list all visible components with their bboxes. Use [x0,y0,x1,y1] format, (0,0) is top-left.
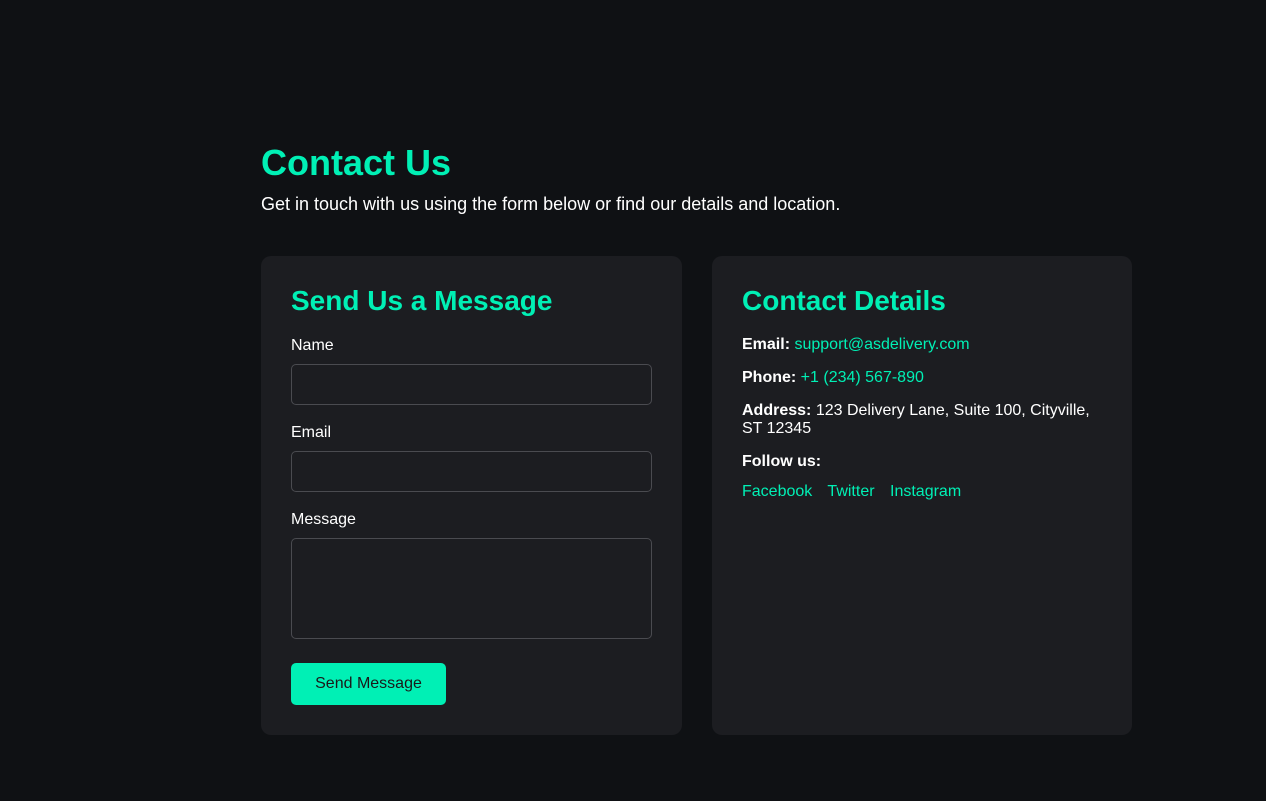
phone-detail: Phone: +1 (234) 567-890 [742,369,1102,387]
page-title: Contact Us [261,142,452,183]
cards-row: Send Us a Message Name Email Message Sen… [261,256,1132,735]
email-detail-label: Email: [742,336,791,353]
email-input[interactable] [291,451,652,492]
send-message-button[interactable]: Send Message [291,663,446,705]
contact-page: Contact Us Get in touch with us using th… [261,140,1132,735]
details-title: Contact Details [742,285,946,316]
follow-us-text: Follow us: [742,453,822,470]
twitter-link[interactable]: Twitter [827,483,874,500]
address-detail-label: Address: [742,402,812,419]
message-label: Message [291,511,356,528]
follow-us-label: Follow us: [742,453,1102,471]
contact-details-card: Contact Details Email: support@asdeliver… [712,256,1132,735]
form-title: Send Us a Message [291,285,553,316]
email-label: Email [291,424,332,441]
email-detail: Email: support@asdelivery.com [742,336,1102,354]
social-links: Facebook Twitter Instagram [742,482,1102,502]
phone-detail-label: Phone: [742,369,797,386]
message-textarea[interactable] [291,538,652,639]
phone-link[interactable]: +1 (234) 567-890 [801,369,924,386]
email-link[interactable]: support@asdelivery.com [794,336,969,353]
facebook-link[interactable]: Facebook [742,483,812,500]
address-detail: Address: 123 Delivery Lane, Suite 100, C… [742,402,1102,438]
message-form-card: Send Us a Message Name Email Message Sen… [261,256,682,735]
name-input[interactable] [291,364,652,405]
name-label: Name [291,337,334,354]
instagram-link[interactable]: Instagram [890,483,961,500]
page-subtitle: Get in touch with us using the form belo… [261,194,841,214]
